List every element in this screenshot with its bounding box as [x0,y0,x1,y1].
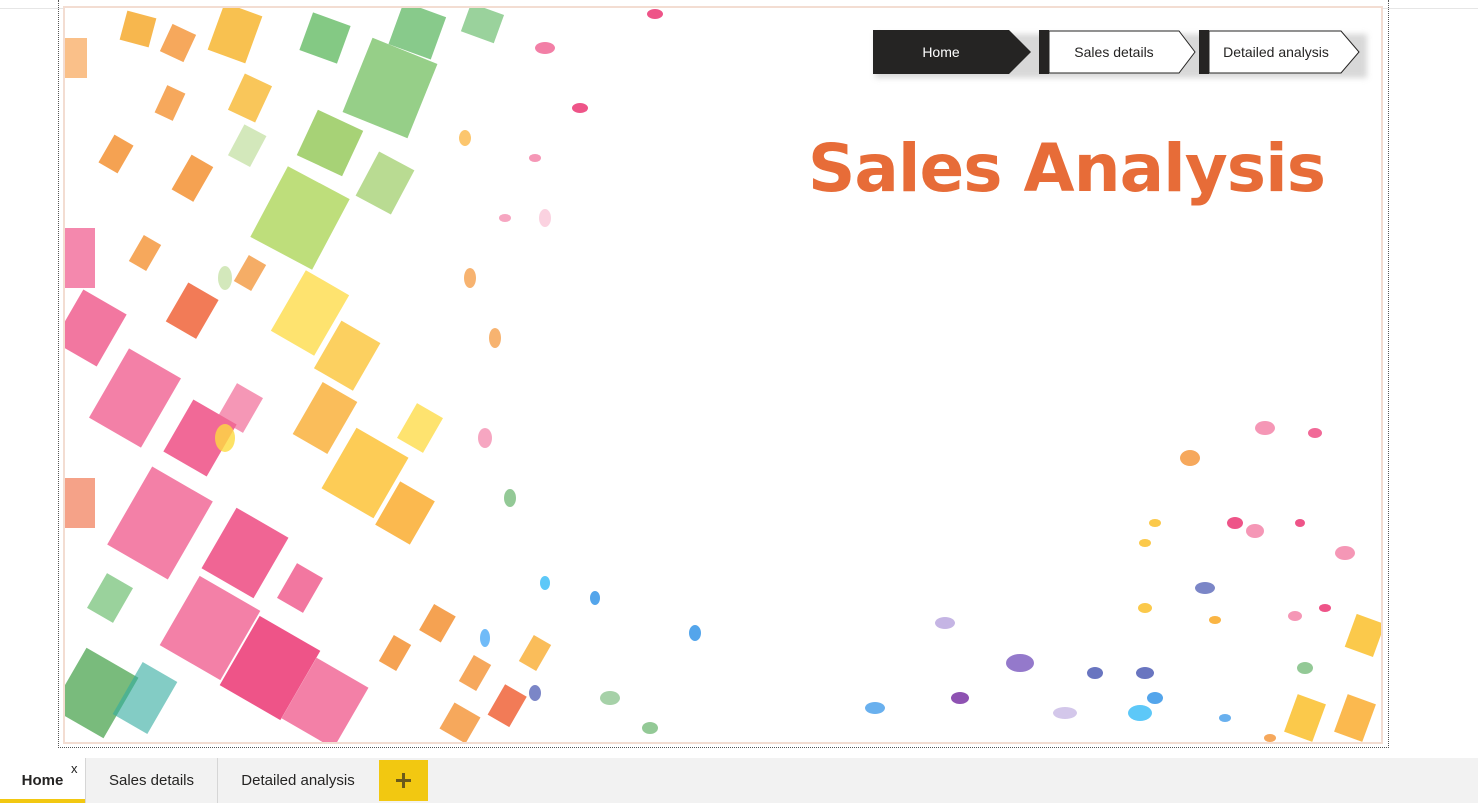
close-icon[interactable]: x [71,761,78,777]
add-page-button[interactable] [379,760,428,801]
page-tab-bar: Home x Sales details Detailed analysis [0,758,1478,803]
nav-button-label: Sales details [1074,44,1154,60]
report-title: Sales Analysis [807,130,1326,207]
nav-button-sales-details[interactable]: Sales details [1039,30,1199,74]
tab-sales-details[interactable]: Sales details [86,758,217,803]
tab-label: Home [21,772,64,789]
background-art [65,8,1381,742]
tab-label: Sales details [108,772,195,789]
report-page: Home Sales details Detailed analysis Sal… [63,6,1383,744]
page-navigator: Home Sales details Detailed analysis [873,30,1367,78]
tab-label: Detailed analysis [241,772,355,789]
tab-detailed-analysis[interactable]: Detailed analysis [218,758,378,803]
nav-button-label: Home [922,44,960,60]
nav-button-detailed-analysis[interactable]: Detailed analysis [1199,30,1363,74]
nav-button-home[interactable]: Home [873,30,1033,74]
nav-button-label: Detailed analysis [1223,44,1329,60]
